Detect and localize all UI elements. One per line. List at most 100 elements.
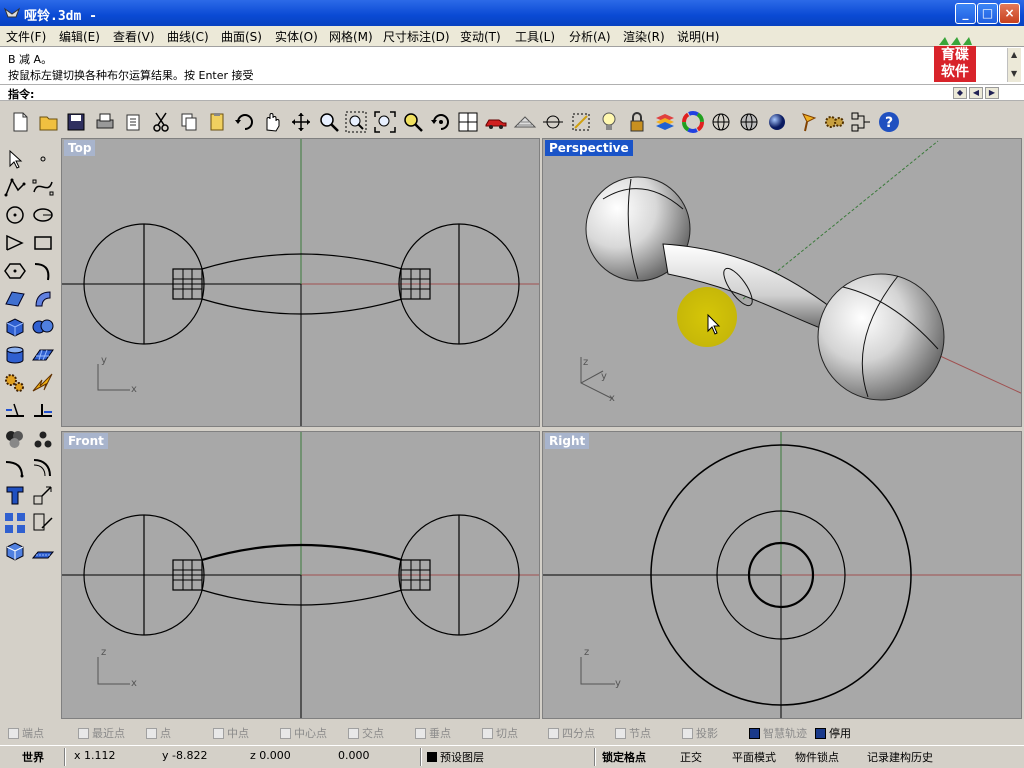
select-icon[interactable]	[2, 146, 28, 172]
transform-icon[interactable]	[2, 370, 28, 396]
pan-icon[interactable]	[260, 110, 284, 134]
cylinder-icon[interactable]	[2, 342, 28, 368]
rhino-app-icon[interactable]	[4, 5, 20, 21]
viewport-label-perspective[interactable]: Perspective	[545, 140, 633, 156]
lock-icon[interactable]	[625, 110, 649, 134]
menu-transform[interactable]: 变动(T)	[460, 28, 501, 45]
command-history-icon[interactable]: ◆	[953, 87, 967, 99]
layer-icon[interactable]	[653, 110, 677, 134]
minimize-button[interactable]: _	[955, 3, 976, 24]
rotate-view-icon[interactable]	[289, 110, 313, 134]
checkbox-icon[interactable]	[415, 728, 426, 739]
checkbox-icon[interactable]	[482, 728, 493, 739]
osnap-midpoint[interactable]: 中点	[213, 725, 249, 740]
offset-icon[interactable]	[30, 454, 56, 480]
settings-icon[interactable]	[822, 110, 846, 134]
undo-icon[interactable]	[233, 110, 257, 134]
menu-solid[interactable]: 实体(O)	[275, 28, 318, 45]
point-icon[interactable]	[30, 146, 56, 172]
paste-icon[interactable]	[205, 110, 229, 134]
sweep-icon[interactable]	[30, 286, 56, 312]
grid-plane-icon[interactable]	[513, 110, 537, 134]
osnap-near[interactable]: 最近点	[78, 725, 125, 740]
shaded-icon[interactable]	[737, 110, 761, 134]
checkbox-icon[interactable]	[548, 728, 559, 739]
cut-icon[interactable]	[149, 110, 173, 134]
osnap-point[interactable]: 点	[146, 725, 171, 740]
polygon-icon[interactable]	[2, 258, 28, 284]
menu-help[interactable]: 说明(H)	[677, 28, 719, 45]
osnap-perpendicular[interactable]: 垂点	[415, 725, 451, 740]
viewport-front[interactable]: z x Front	[61, 431, 540, 719]
checkbox-icon[interactable]	[615, 728, 626, 739]
osnap-quadrant[interactable]: 四分点	[548, 725, 595, 740]
array-icon[interactable]	[2, 510, 28, 536]
box-icon[interactable]	[2, 314, 28, 340]
osnap-toggle[interactable]: 物件锁点	[795, 749, 839, 765]
rectangle-icon[interactable]	[30, 230, 56, 256]
sphere-icon[interactable]	[30, 314, 56, 340]
render-icon[interactable]	[765, 110, 789, 134]
construction-icon[interactable]	[30, 538, 56, 564]
osnap-endpoint[interactable]: 端点	[8, 725, 44, 740]
surface-icon[interactable]	[2, 286, 28, 312]
new-icon[interactable]	[8, 110, 32, 134]
checkbox-icon[interactable]	[348, 728, 359, 739]
cplane-indicator[interactable]: 世界	[22, 749, 44, 765]
wireframe-icon[interactable]	[709, 110, 733, 134]
circle-icon[interactable]	[2, 202, 28, 228]
viewport-perspective[interactable]: z y x Perspective	[542, 138, 1022, 427]
checkbox-icon[interactable]	[8, 728, 19, 739]
osnap-project[interactable]: 投影	[682, 725, 718, 740]
color-wheel-icon[interactable]	[681, 110, 705, 134]
menu-curve[interactable]: 曲线(C)	[167, 28, 209, 45]
osnap-disable[interactable]: 停用	[815, 725, 851, 740]
planar-toggle[interactable]: 平面模式	[732, 749, 776, 765]
explode-icon[interactable]	[30, 370, 56, 396]
menu-edit[interactable]: 编辑(E)	[59, 28, 100, 45]
command-prev-icon[interactable]: ◀	[969, 87, 983, 99]
menu-dimension[interactable]: 尺寸标注(D)	[383, 28, 450, 45]
zoom-window-icon[interactable]	[344, 110, 368, 134]
ellipse-icon[interactable]	[30, 202, 56, 228]
options-icon[interactable]	[849, 110, 873, 134]
fillet-icon[interactable]	[2, 454, 28, 480]
copy-icon[interactable]	[177, 110, 201, 134]
maximize-button[interactable]: □	[977, 3, 998, 24]
layer-selector[interactable]: 预设图层	[427, 749, 484, 765]
solid-edit-icon[interactable]	[2, 538, 28, 564]
scroll-up-icon[interactable]: ▲	[1011, 50, 1017, 59]
save-icon[interactable]	[64, 110, 88, 134]
checkbox-icon[interactable]	[146, 728, 157, 739]
lamp-icon[interactable]	[797, 110, 821, 134]
zoom-extents-icon[interactable]	[373, 110, 397, 134]
checkbox-icon[interactable]	[815, 728, 826, 739]
viewport-label-top[interactable]: Top	[64, 140, 96, 156]
curve-icon[interactable]	[30, 174, 56, 200]
viewport-label-right[interactable]: Right	[545, 433, 590, 449]
ortho-toggle[interactable]: 正交	[680, 749, 702, 765]
osnap-tangent[interactable]: 切点	[482, 725, 518, 740]
menu-file[interactable]: 文件(F)	[6, 28, 46, 45]
menu-view[interactable]: 查看(V)	[113, 28, 155, 45]
menu-tools[interactable]: 工具(L)	[515, 28, 555, 45]
osnap-center[interactable]: 中心点	[280, 725, 327, 740]
arc-icon[interactable]	[2, 230, 28, 256]
menu-surface[interactable]: 曲面(S)	[221, 28, 262, 45]
split-icon[interactable]	[30, 398, 56, 424]
import-icon[interactable]	[121, 110, 145, 134]
grid-snap-toggle[interactable]: 锁定格点	[602, 749, 646, 765]
undo-view-icon[interactable]	[429, 110, 453, 134]
open-icon[interactable]	[37, 110, 61, 134]
point-icon[interactable]	[569, 110, 593, 134]
osnap-intersection[interactable]: 交点	[348, 725, 384, 740]
osnap-knot[interactable]: 节点	[615, 725, 651, 740]
car-icon[interactable]	[484, 110, 508, 134]
print-icon[interactable]	[93, 110, 117, 134]
osnap-icon[interactable]	[541, 110, 565, 134]
zoom-selected-icon[interactable]	[401, 110, 425, 134]
text-icon[interactable]	[2, 482, 28, 508]
polyline-icon[interactable]	[2, 174, 28, 200]
menu-render[interactable]: 渲染(R)	[623, 28, 665, 45]
close-button[interactable]: ×	[999, 3, 1020, 24]
